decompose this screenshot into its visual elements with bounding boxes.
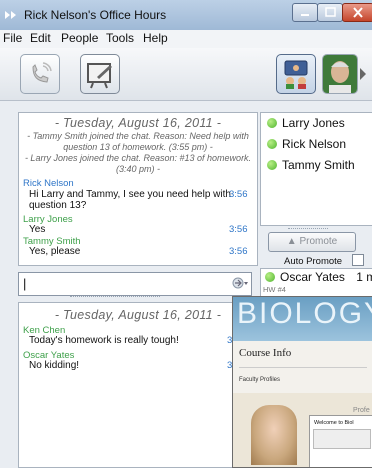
promote-label: Promote: [299, 236, 338, 247]
message-text: Today's homework is really tough!: [29, 335, 179, 346]
app-icon: [5, 11, 16, 19]
toolbar: [0, 48, 372, 101]
user-photo-button[interactable]: [322, 54, 358, 94]
auto-promote-checkbox[interactable]: [352, 254, 364, 266]
system-message: - Tammy Smith joined the chat. Reason: N…: [27, 131, 249, 141]
title-bar[interactable]: Rick Nelson's Office Hours: [0, 0, 372, 31]
message-input[interactable]: |: [18, 272, 252, 296]
faculty-photo: [251, 405, 297, 465]
phone-button[interactable]: [20, 54, 60, 94]
promote-button[interactable]: ▲ Promote: [268, 232, 356, 252]
group-icon: [284, 60, 308, 89]
system-message: question 13 of homework. (3:55 pm) -: [63, 142, 213, 152]
system-message: (3:40 pm) -: [115, 164, 160, 174]
course-info-heading: Course Info: [239, 347, 292, 359]
group-session-button[interactable]: [276, 54, 316, 94]
course-website-window[interactable]: BIOLOGY Course Info Faculty Profiles Pro…: [232, 296, 372, 468]
message-time: 3:56: [229, 246, 248, 257]
text-cursor: |: [23, 276, 27, 291]
menu-edit[interactable]: Edit: [30, 31, 51, 45]
window-title: Rick Nelson's Office Hours: [24, 8, 167, 22]
participant-name: Larry Jones: [282, 116, 345, 130]
system-message: - Larry Jones joined the chat. Reason: #…: [24, 153, 252, 163]
menu-help[interactable]: Help: [143, 31, 168, 45]
minimize-icon: [301, 14, 309, 16]
faculty-profiles-link[interactable]: Faculty Profiles: [239, 377, 280, 383]
splitter-grip[interactable]: [288, 228, 328, 229]
menu-people[interactable]: People: [61, 31, 98, 45]
online-status-icon: [265, 272, 275, 282]
site-banner: BIOLOGY: [233, 297, 372, 341]
splitter-grip[interactable]: [70, 296, 160, 300]
online-status-icon: [267, 139, 277, 149]
close-icon: [353, 7, 363, 18]
message-text: Yes: [29, 224, 46, 235]
queue-item[interactable]: Oscar Yates 1 min: [265, 270, 372, 284]
user-photo: [323, 55, 357, 93]
close-button[interactable]: [342, 3, 372, 22]
message-sender: Rick Nelson: [23, 178, 74, 189]
participant-item[interactable]: Larry Jones: [267, 116, 345, 130]
message-text: question 13?: [29, 200, 87, 211]
online-status-icon: [267, 160, 277, 170]
minimize-button[interactable]: [292, 3, 318, 22]
participant-item[interactable]: Tammy Smith: [267, 158, 355, 172]
welcome-title: Welcome to Biol: [314, 420, 354, 426]
chat-date: - Tuesday, August 16, 2011 -: [54, 116, 222, 130]
participant-name: Rick Nelson: [282, 137, 347, 151]
menu-tools[interactable]: Tools: [106, 31, 134, 45]
banner-title: BIOLOGY: [237, 297, 372, 330]
participant-name: Tammy Smith: [282, 158, 355, 172]
whiteboard-button[interactable]: [80, 54, 120, 94]
auto-promote-label: Auto Promote: [284, 256, 343, 267]
message-text: No kidding!: [29, 360, 80, 371]
divider: [239, 367, 367, 368]
message-text: Yes, please: [29, 246, 81, 257]
queue-name: Oscar Yates: [280, 270, 345, 284]
menu-bar: File Edit People Tools Help: [0, 30, 372, 48]
maximize-button[interactable]: [317, 3, 343, 22]
message-time: 3:56: [229, 189, 248, 200]
chat-history: - Tuesday, August 16, 2011 - - Tammy Smi…: [18, 112, 258, 266]
participant-list: Larry Jones Rick Nelson Tammy Smith: [260, 112, 372, 226]
phone-icon: [32, 62, 52, 83]
second-chat-history: - Tuesday, August 16, 2011 - Ken Chen To…: [18, 302, 258, 468]
message-time: 3:56: [229, 224, 248, 235]
participant-item[interactable]: Rick Nelson: [267, 137, 346, 151]
profile-label: Profe: [353, 407, 370, 414]
up-arrow-icon: ▲: [286, 236, 300, 247]
send-icon[interactable]: [232, 276, 248, 290]
online-status-icon: [267, 118, 277, 128]
media-controls[interactable]: [313, 429, 371, 449]
chat-date: - Tuesday, August 16, 2011 -: [54, 308, 222, 322]
menu-file[interactable]: File: [3, 31, 22, 45]
maximize-icon: [325, 7, 336, 17]
queue-reason: HW #4: [263, 285, 286, 294]
queue-wait-time: 1 min: [356, 270, 372, 284]
whiteboard-icon: [87, 63, 112, 89]
chevron-right-icon[interactable]: [360, 68, 366, 80]
